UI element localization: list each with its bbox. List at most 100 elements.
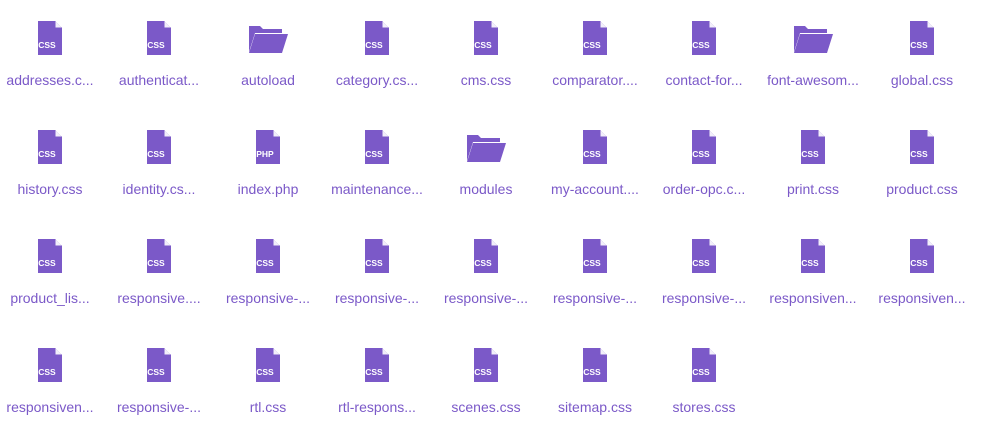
file-item[interactable]: CSS responsive-... bbox=[436, 218, 545, 327]
file-item[interactable]: CSS global.css bbox=[872, 0, 981, 109]
css-file-icon: CSS bbox=[248, 237, 288, 277]
css-file-icon: CSS bbox=[357, 19, 397, 59]
file-name-label: responsive.... bbox=[117, 290, 201, 306]
css-file-icon: CSS bbox=[30, 237, 70, 277]
file-item[interactable]: CSS contact-for... bbox=[654, 0, 763, 109]
file-name-label: category.cs... bbox=[335, 72, 419, 88]
svg-text:CSS: CSS bbox=[801, 149, 819, 159]
file-name-label: product.css bbox=[886, 181, 958, 197]
folder-item[interactable]: modules bbox=[436, 109, 545, 218]
svg-text:CSS: CSS bbox=[38, 149, 56, 159]
file-name-label: product_lis... bbox=[10, 290, 90, 306]
file-item[interactable]: CSS authenticat... bbox=[109, 0, 218, 109]
svg-text:CSS: CSS bbox=[256, 367, 274, 377]
file-item[interactable]: CSS rtl-respons... bbox=[327, 327, 436, 436]
svg-text:CSS: CSS bbox=[692, 149, 710, 159]
file-name-label: addresses.c... bbox=[6, 72, 94, 88]
css-file-icon: CSS bbox=[793, 237, 833, 277]
css-file-icon: CSS bbox=[466, 346, 506, 386]
css-file-icon: CSS bbox=[575, 237, 615, 277]
svg-text:PHP: PHP bbox=[256, 149, 274, 159]
css-file-icon: CSS bbox=[139, 237, 179, 277]
file-item[interactable]: CSS responsiven... bbox=[0, 327, 109, 436]
css-file-icon: CSS bbox=[902, 128, 942, 168]
file-name-label: maintenance... bbox=[331, 181, 423, 197]
file-item[interactable]: CSS responsive-... bbox=[327, 218, 436, 327]
svg-text:CSS: CSS bbox=[147, 258, 165, 268]
svg-text:CSS: CSS bbox=[910, 149, 928, 159]
file-name-label: modules bbox=[459, 181, 513, 197]
file-name-label: font-awesom... bbox=[767, 72, 859, 88]
file-grid: CSS addresses.c... CSS authenticat... autolo… bbox=[0, 0, 991, 436]
css-file-icon: CSS bbox=[575, 346, 615, 386]
file-item[interactable]: CSS history.css bbox=[0, 109, 109, 218]
file-item[interactable]: CSS responsive-... bbox=[545, 218, 654, 327]
css-file-icon: CSS bbox=[466, 19, 506, 59]
css-file-icon: CSS bbox=[575, 19, 615, 59]
file-name-label: autoload bbox=[241, 72, 295, 88]
svg-text:CSS: CSS bbox=[583, 40, 601, 50]
css-file-icon: CSS bbox=[139, 128, 179, 168]
file-name-label: contact-for... bbox=[665, 72, 743, 88]
file-item[interactable]: CSS responsiven... bbox=[872, 218, 981, 327]
folder-icon bbox=[791, 19, 833, 59]
css-file-icon: CSS bbox=[30, 346, 70, 386]
folder-item[interactable]: autoload bbox=[218, 0, 327, 109]
svg-text:CSS: CSS bbox=[147, 40, 165, 50]
file-item[interactable]: CSS responsive-... bbox=[218, 218, 327, 327]
file-item[interactable]: CSS maintenance... bbox=[327, 109, 436, 218]
file-item[interactable]: CSS stores.css bbox=[654, 327, 763, 436]
file-item[interactable]: CSS scenes.css bbox=[436, 327, 545, 436]
file-item[interactable]: CSS addresses.c... bbox=[0, 0, 109, 109]
php-file-icon: PHP bbox=[248, 128, 288, 168]
file-name-label: scenes.css bbox=[451, 399, 521, 415]
svg-text:CSS: CSS bbox=[365, 149, 383, 159]
file-name-label: responsiven... bbox=[769, 290, 857, 306]
file-name-label: responsiven... bbox=[878, 290, 966, 306]
css-file-icon: CSS bbox=[357, 128, 397, 168]
css-file-icon: CSS bbox=[902, 19, 942, 59]
svg-text:CSS: CSS bbox=[583, 367, 601, 377]
file-item[interactable]: CSS print.css bbox=[763, 109, 872, 218]
file-name-label: print.css bbox=[786, 181, 840, 197]
file-name-label: my-account.... bbox=[551, 181, 639, 197]
file-name-label: index.php bbox=[237, 181, 299, 197]
file-name-label: rtl.css bbox=[249, 399, 287, 415]
css-file-icon: CSS bbox=[575, 128, 615, 168]
file-name-label: responsiven... bbox=[6, 399, 94, 415]
svg-text:CSS: CSS bbox=[365, 258, 383, 268]
file-name-label: sitemap.css bbox=[558, 399, 632, 415]
file-item[interactable]: CSS responsiven... bbox=[763, 218, 872, 327]
css-file-icon: CSS bbox=[902, 237, 942, 277]
svg-text:CSS: CSS bbox=[583, 258, 601, 268]
file-item[interactable]: PHP index.php bbox=[218, 109, 327, 218]
css-file-icon: CSS bbox=[248, 346, 288, 386]
file-item[interactable]: CSS identity.cs... bbox=[109, 109, 218, 218]
file-name-label: rtl-respons... bbox=[338, 399, 416, 415]
file-item[interactable]: CSS rtl.css bbox=[218, 327, 327, 436]
file-item[interactable]: CSS responsive.... bbox=[109, 218, 218, 327]
file-item[interactable]: CSS category.cs... bbox=[327, 0, 436, 109]
file-item[interactable]: CSS product_lis... bbox=[0, 218, 109, 327]
file-item[interactable]: CSS sitemap.css bbox=[545, 327, 654, 436]
file-item[interactable]: CSS product.css bbox=[872, 109, 981, 218]
folder-item[interactable]: font-awesom... bbox=[763, 0, 872, 109]
svg-text:CSS: CSS bbox=[910, 40, 928, 50]
file-name-label: responsive-... bbox=[334, 290, 420, 306]
svg-text:CSS: CSS bbox=[692, 40, 710, 50]
svg-text:CSS: CSS bbox=[256, 258, 274, 268]
file-item[interactable]: CSS my-account.... bbox=[545, 109, 654, 218]
file-item[interactable]: CSS comparator.... bbox=[545, 0, 654, 109]
file-item[interactable]: CSS responsive-... bbox=[654, 218, 763, 327]
svg-text:CSS: CSS bbox=[147, 149, 165, 159]
file-name-label: identity.cs... bbox=[122, 181, 196, 197]
file-item[interactable]: CSS order-opc.c... bbox=[654, 109, 763, 218]
file-item[interactable]: CSS cms.css bbox=[436, 0, 545, 109]
file-item[interactable]: CSS responsive-... bbox=[109, 327, 218, 436]
svg-text:CSS: CSS bbox=[910, 258, 928, 268]
svg-text:CSS: CSS bbox=[474, 40, 492, 50]
file-name-label: authenticat... bbox=[118, 72, 200, 88]
folder-icon bbox=[246, 19, 288, 59]
css-file-icon: CSS bbox=[684, 237, 724, 277]
css-file-icon: CSS bbox=[684, 19, 724, 59]
